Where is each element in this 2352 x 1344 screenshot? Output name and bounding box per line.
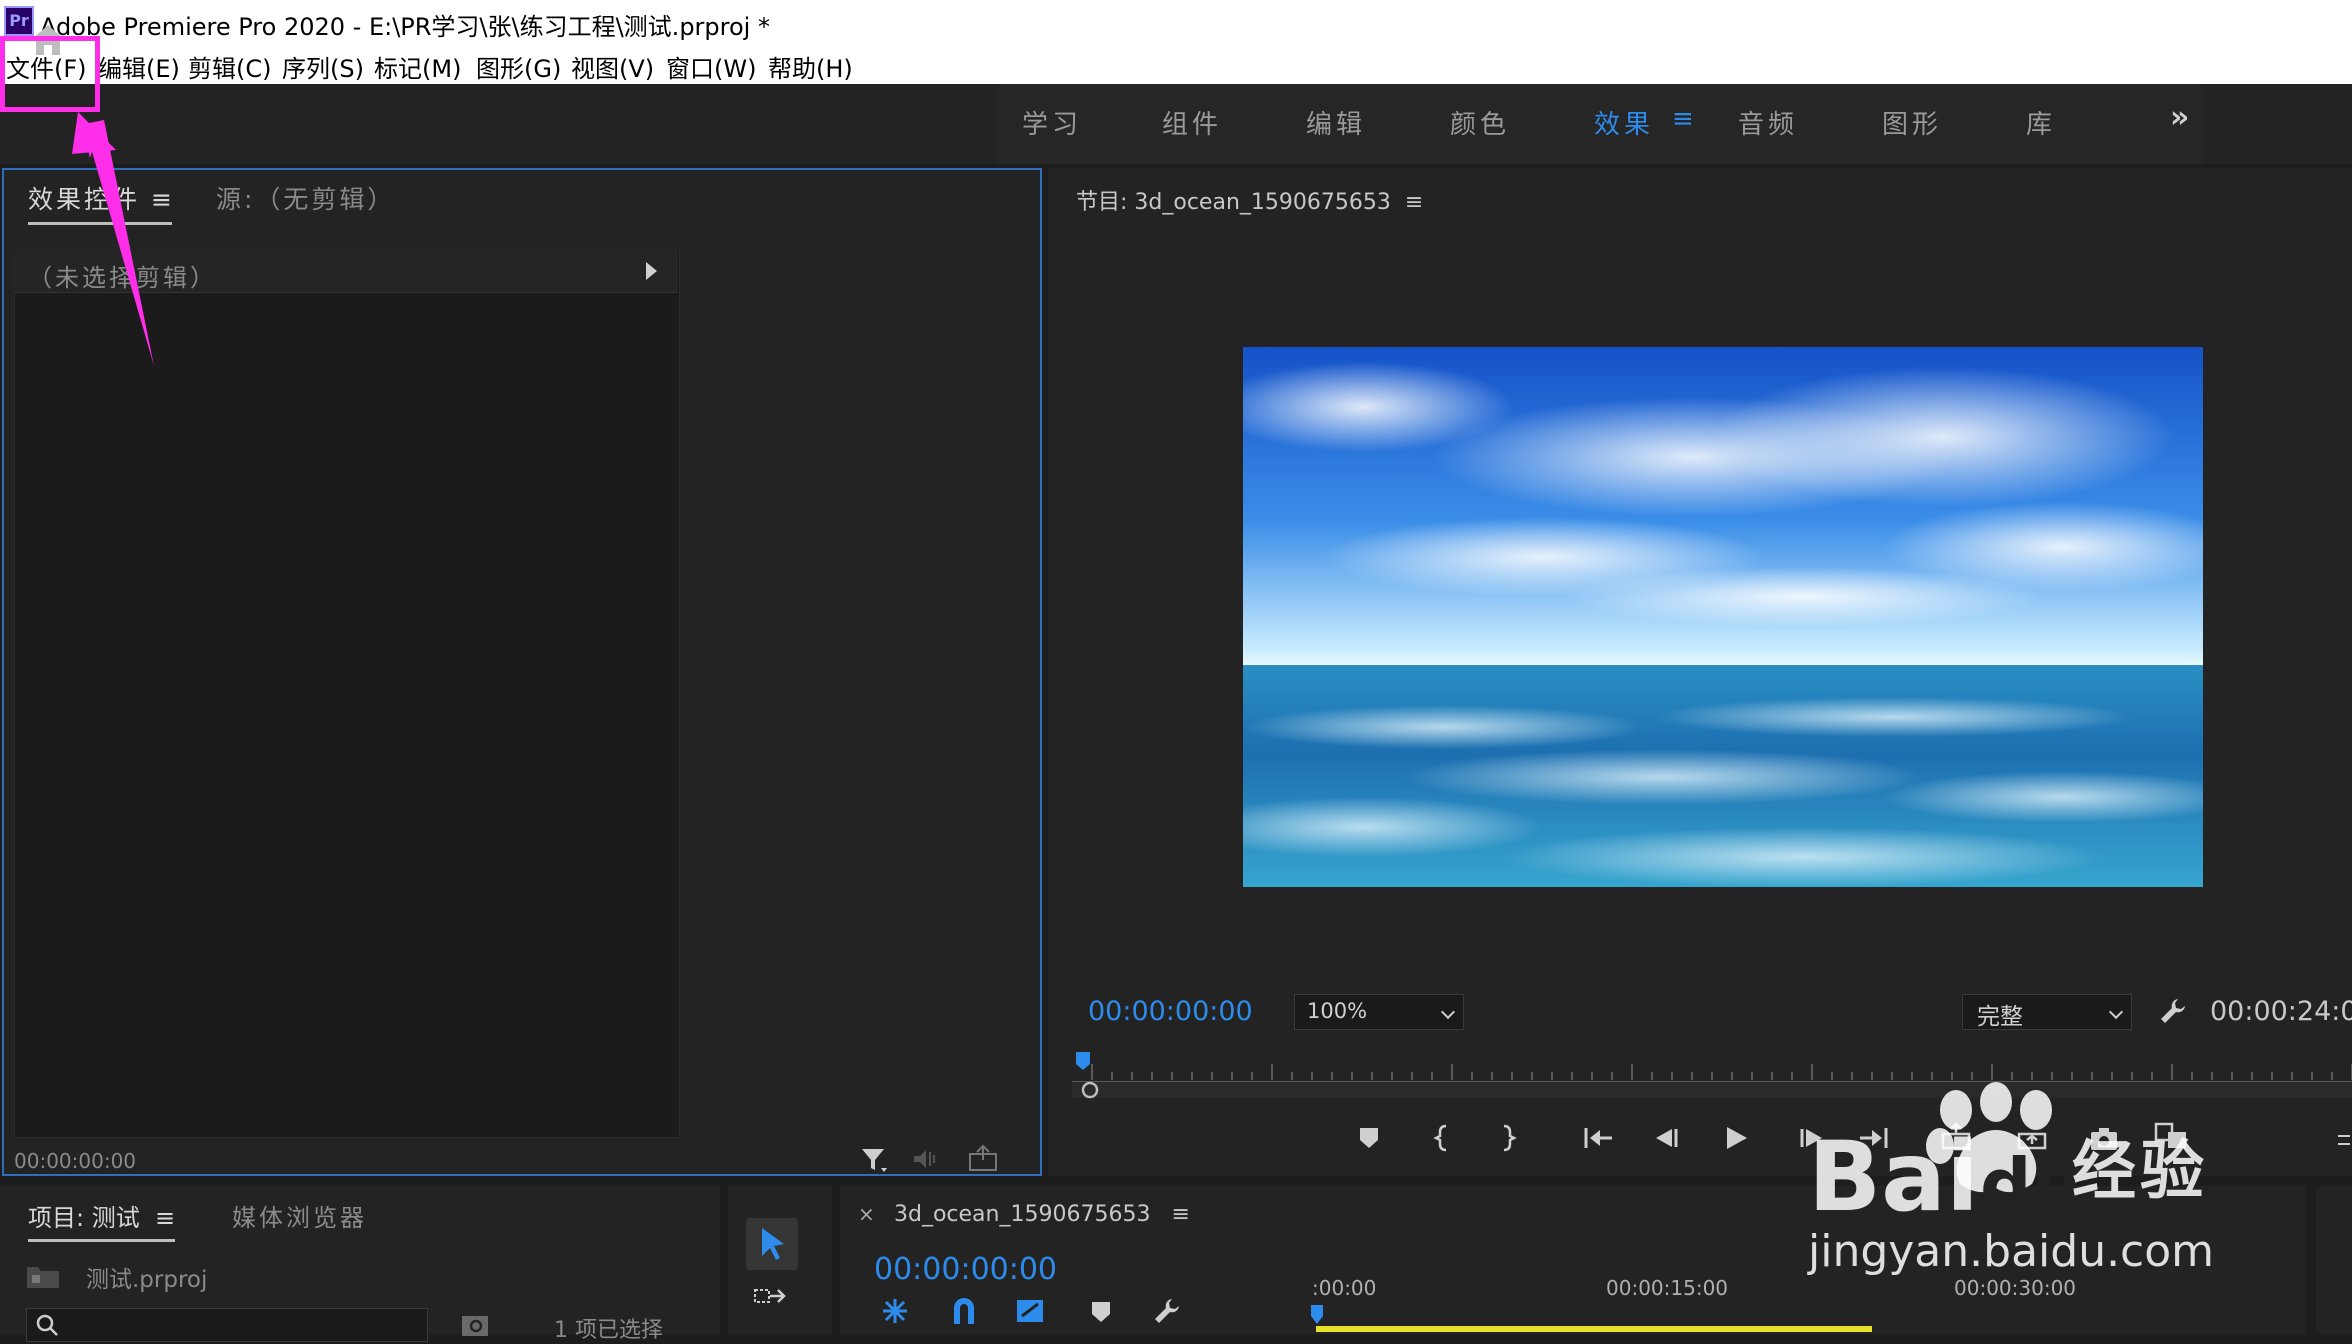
effect-controls-timecode: 00:00:00:00 [14, 1149, 137, 1173]
program-menu-icon[interactable]: ≡ [1405, 190, 1423, 215]
menu-help[interactable]: 帮助(H) [768, 49, 853, 84]
add-marker-icon[interactable] [1358, 1126, 1380, 1150]
tab-effect-controls[interactable]: 效果控件 ≡ [28, 180, 172, 225]
more-workspaces-icon[interactable]: » [2170, 100, 2189, 135]
playback-resolution-value: 完整 [1977, 1004, 2023, 1030]
timeline-tick-label: 00:00:15:00 [1606, 1276, 1729, 1300]
tab-media-browser[interactable]: 媒体浏览器 [232, 1198, 367, 1233]
workspace-tab-audio[interactable]: 音频 [1738, 104, 1798, 141]
workspace-tab-graphics[interactable]: 图形 [1882, 104, 1942, 141]
play-icon[interactable] [1722, 1124, 1750, 1152]
timeline-tick-label: 00:00:30:00 [1954, 1276, 2077, 1300]
tab-source[interactable]: 源:（无剪辑） [216, 180, 395, 216]
audio-scrub-icon[interactable] [912, 1146, 942, 1172]
timeline-settings-wrench-icon[interactable] [1152, 1296, 1182, 1326]
menu-window[interactable]: 窗口(W) [666, 49, 756, 84]
folder-icon [27, 1267, 59, 1288]
nest-sequence-icon[interactable] [880, 1296, 910, 1326]
close-icon[interactable]: × [858, 1202, 875, 1226]
no-clip-label: （未选择剪辑） [28, 264, 217, 292]
baidu-watermark-url: jingyan.baidu.com [1808, 1226, 2215, 1277]
playback-resolution-select[interactable]: 完整 [1962, 994, 2132, 1030]
chevron-down-icon [2108, 1004, 2124, 1020]
menu-marker[interactable]: 标记(M) [374, 49, 461, 84]
workspace-tab-effects[interactable]: 效果 [1594, 104, 1654, 141]
go-to-out-icon[interactable] [1858, 1124, 1890, 1152]
add-marker-icon[interactable] [1090, 1300, 1112, 1324]
chevron-down-icon [1440, 1004, 1456, 1020]
program-time-ruler[interactable] [1072, 1044, 2352, 1084]
work-area-bar[interactable] [1316, 1326, 1872, 1332]
timeline-tick-label: :00:00 [1312, 1276, 1377, 1300]
go-to-in-icon[interactable] [1582, 1124, 1614, 1152]
scrollbar-handle[interactable] [1080, 1080, 1100, 1100]
workspace-tab-assembly[interactable]: 组件 [1162, 104, 1222, 141]
step-forward-icon[interactable] [1796, 1126, 1826, 1150]
menu-view[interactable]: 视图(V) [571, 49, 654, 84]
wrench-icon[interactable] [2158, 996, 2188, 1026]
panel-menu-icon[interactable]: ≡ [155, 1204, 175, 1232]
program-timecode[interactable]: 00:00:00:00 [1088, 996, 1253, 1027]
linked-selection-icon[interactable] [1014, 1296, 1048, 1326]
mark-in-icon[interactable] [1432, 1124, 1452, 1152]
baidu-jingyan-text: 经验 [2072, 1135, 2208, 1209]
video-preview [1243, 347, 2203, 887]
audio-meter-panel [2316, 1186, 2352, 1334]
selection-arrow-icon [762, 1228, 784, 1260]
project-filename: 测试.prproj [86, 1267, 208, 1293]
snap-magnet-icon[interactable] [950, 1296, 978, 1326]
export-frame-icon[interactable] [968, 1144, 998, 1172]
menu-graphics[interactable]: 图形(G) [476, 49, 561, 84]
tab-effect-controls-label: 效果控件 [28, 185, 141, 214]
home-icon[interactable] [28, 22, 68, 58]
timeline-menu-icon[interactable]: ≡ [1171, 1202, 1189, 1227]
program-monitor-title-label: 节目: 3d_ocean_1590675653 [1076, 190, 1391, 215]
zoom-level-value: 100% [1307, 999, 1368, 1023]
items-selected-count: 1 项已选择 [554, 1318, 663, 1343]
lift-icon[interactable] [1940, 1122, 1974, 1152]
tab-project-label: 项目: 测试 [28, 1204, 140, 1232]
workspace-tab-color[interactable]: 颜色 [1450, 104, 1510, 141]
step-back-icon[interactable] [1652, 1126, 1682, 1150]
search-icon [36, 1314, 58, 1336]
mark-out-icon[interactable] [1498, 1124, 1518, 1152]
workspace-tab-libraries[interactable]: 库 [2026, 104, 2056, 141]
play-triangle-icon[interactable] [646, 262, 657, 280]
workspace-tab-editing[interactable]: 编辑 [1306, 104, 1366, 141]
program-monitor-title[interactable]: 节目: 3d_ocean_1590675653 ≡ [1076, 184, 1423, 216]
workspace-menu-icon[interactable]: ≡ [1672, 104, 1694, 134]
tab-project[interactable]: 项目: 测试 ≡ [28, 1198, 176, 1242]
timeline-playhead[interactable] [1310, 1304, 1324, 1326]
timeline-sequence-name: 3d_ocean_1590675653 [894, 1202, 1151, 1227]
workspace-tab-learning[interactable]: 学习 [1022, 104, 1082, 141]
menu-clip[interactable]: 剪辑(C) [188, 49, 271, 84]
zoom-level-select[interactable]: 100% [1294, 994, 1464, 1030]
extract-icon[interactable] [2016, 1122, 2050, 1152]
track-select-tool-icon[interactable] [752, 1284, 792, 1314]
filter-icon[interactable] [860, 1146, 888, 1174]
selection-tool-button[interactable] [746, 1218, 798, 1270]
button-editor-icon[interactable] [2336, 1130, 2352, 1150]
zoom-scrollbar[interactable] [1072, 1082, 2352, 1098]
menu-sequence[interactable]: 序列(S) [282, 49, 364, 84]
menu-bar: 文件(F) 编辑(E) 剪辑(C) 序列(S) 标记(M) 图形(G) 视图(V… [0, 42, 2352, 84]
menu-edit[interactable]: 编辑(E) [98, 49, 180, 84]
timeline-timecode[interactable]: 00:00:00:00 [874, 1252, 1057, 1287]
panel-menu-icon[interactable]: ≡ [151, 185, 172, 214]
program-duration: 00:00:24:0 [2210, 996, 2352, 1027]
timeline-sequence-tab[interactable]: 3d_ocean_1590675653 ≡ [894, 1202, 1190, 1227]
effect-controls-area [14, 250, 680, 1138]
project-search-input[interactable] [26, 1308, 428, 1342]
window-title: Adobe Premiere Pro 2020 - E:\PR学习\张\练习工程… [40, 13, 770, 41]
